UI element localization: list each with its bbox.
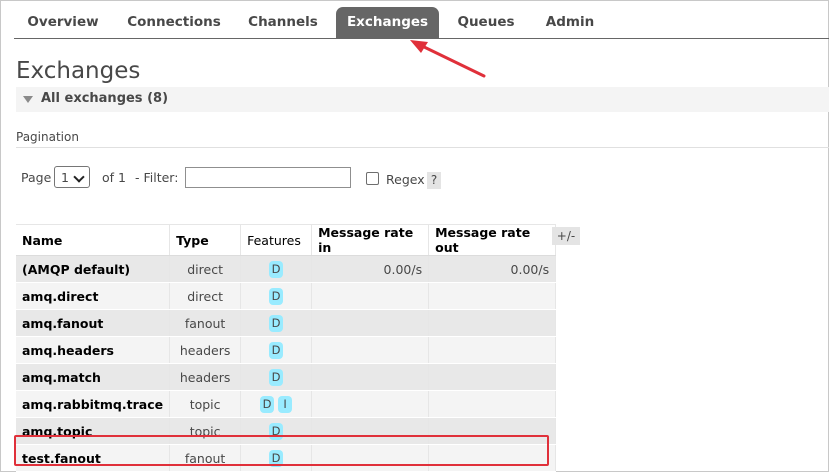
table-row: amq.fanout fanout D xyxy=(16,309,557,337)
message-rate-out xyxy=(428,390,557,418)
filter-input[interactable] xyxy=(185,167,351,188)
message-rate-in xyxy=(311,309,430,337)
feature-badge: D xyxy=(269,341,284,359)
message-rate-in: 0.00/s xyxy=(311,255,430,283)
exchange-type: headers xyxy=(169,363,242,391)
table-row: amq.direct direct D xyxy=(16,282,557,310)
tab-connections[interactable]: Connections xyxy=(121,7,227,38)
tab-overview[interactable]: Overview xyxy=(16,7,110,38)
exchange-features: D xyxy=(240,336,313,364)
exchange-name-link[interactable]: amq.fanout xyxy=(16,309,171,337)
message-rate-out xyxy=(428,309,557,337)
exchange-name-link[interactable]: (AMQP default) xyxy=(16,255,171,283)
main-nav: Overview Connections Channels Exchanges … xyxy=(0,0,829,38)
filter-label: - Filter: xyxy=(135,170,179,185)
page-select-value: 1 xyxy=(61,170,69,185)
exchange-features: D xyxy=(240,309,313,337)
column-header-name: Name xyxy=(16,224,171,256)
exchange-name-link[interactable]: amq.match xyxy=(16,363,171,391)
collapse-triangle-icon[interactable] xyxy=(23,96,33,103)
table-row: amq.match headers D xyxy=(16,363,557,391)
regex-help-button[interactable]: ? xyxy=(427,172,441,189)
column-header-type: Type xyxy=(169,224,242,256)
exchange-type: topic xyxy=(169,390,242,418)
chevron-down-icon xyxy=(73,171,85,183)
exchange-name-link[interactable]: amq.rabbitmq.trace xyxy=(16,390,171,418)
tab-exchanges[interactable]: Exchanges xyxy=(336,7,439,38)
exchange-features: D xyxy=(240,363,313,391)
section-title: All exchanges (8) xyxy=(41,91,169,106)
annotation-arrow-icon xyxy=(410,40,486,78)
tab-channels[interactable]: Channels xyxy=(239,7,327,38)
exchange-type: headers xyxy=(169,336,242,364)
exchange-name-link[interactable]: amq.headers xyxy=(16,336,171,364)
column-header-rate-out: Message rate out xyxy=(428,224,557,256)
pagination-divider xyxy=(16,147,829,148)
feature-badge: D xyxy=(269,260,284,278)
table-row: (AMQP default) direct D 0.00/s 0.00/s xyxy=(16,255,557,283)
column-header-rate-in: Message rate in xyxy=(311,224,430,256)
section-header-all-exchanges[interactable]: All exchanges (8) xyxy=(16,87,829,112)
page-label: Page xyxy=(21,170,52,185)
feature-badge: D xyxy=(269,368,284,386)
regex-checkbox[interactable] xyxy=(366,172,379,185)
exchange-name-link[interactable]: amq.direct xyxy=(16,282,171,310)
message-rate-in xyxy=(311,363,430,391)
feature-badge: D xyxy=(269,314,284,332)
feature-badge: D xyxy=(269,287,284,305)
table-row: amq.rabbitmq.trace topic D I xyxy=(16,390,557,418)
feature-badge: D xyxy=(260,395,275,413)
message-rate-out: 0.00/s xyxy=(428,255,557,283)
feature-badge: I xyxy=(278,395,293,413)
pagination-label: Pagination xyxy=(16,130,79,144)
page-select[interactable]: 1 xyxy=(54,166,90,188)
table-row: amq.headers headers D xyxy=(16,336,557,364)
message-rate-in xyxy=(311,336,430,364)
tab-queues[interactable]: Queues xyxy=(449,7,523,38)
page-title: Exchanges xyxy=(16,58,141,84)
column-header-features: Features xyxy=(240,224,313,256)
toggle-columns-button[interactable]: +/- xyxy=(552,227,580,245)
exchange-type: direct xyxy=(169,255,242,283)
message-rate-in xyxy=(311,282,430,310)
message-rate-in xyxy=(311,390,430,418)
tab-admin[interactable]: Admin xyxy=(535,7,605,38)
exchange-type: direct xyxy=(169,282,242,310)
page-count-label: of 1 xyxy=(102,170,126,185)
message-rate-out xyxy=(428,363,557,391)
message-rate-out xyxy=(428,336,557,364)
exchange-features: D xyxy=(240,255,313,283)
annotation-highlight-box xyxy=(14,435,549,466)
regex-label: Regex xyxy=(386,172,425,187)
message-rate-out xyxy=(428,282,557,310)
exchange-features: DI xyxy=(240,390,313,418)
exchange-features: D xyxy=(240,282,313,310)
exchange-type: fanout xyxy=(169,309,242,337)
